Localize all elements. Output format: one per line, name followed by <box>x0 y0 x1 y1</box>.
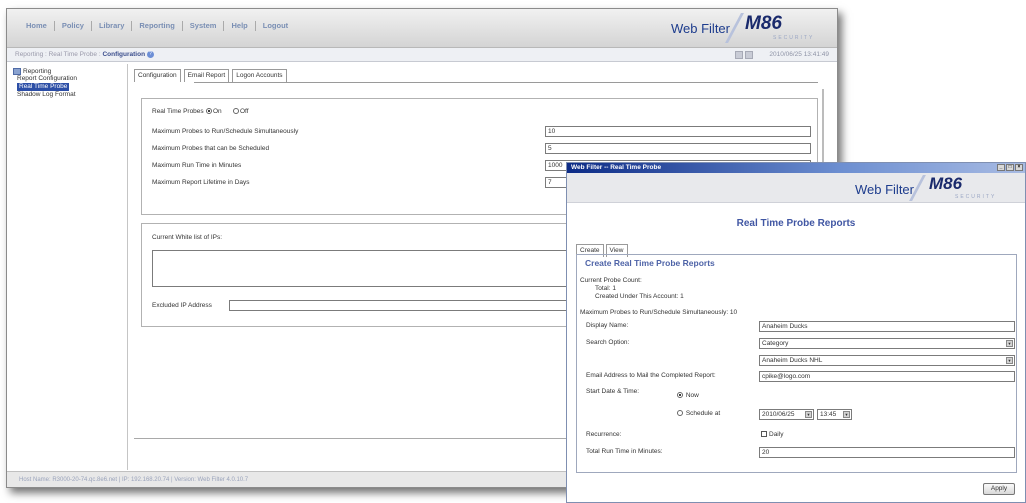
popup-product-name: Web Filter <box>855 182 914 197</box>
top-nav-menu: Home Policy Library Reporting System Hel… <box>19 21 295 31</box>
search-option-select[interactable]: Category ▼ <box>759 338 1015 349</box>
chevron-down-icon[interactable]: ▼ <box>805 411 812 418</box>
nav-library[interactable]: Library <box>92 21 133 31</box>
real-time-probe-popup: Web Filter -- Real Time Probe _ □ × Web … <box>566 162 1026 503</box>
email-input[interactable]: cpike@logo.com <box>759 371 1015 382</box>
checkbox-icon <box>761 431 767 438</box>
on-label: On <box>213 108 222 115</box>
schedule-label: Schedule at <box>685 410 721 417</box>
radio-schedule-icon <box>677 410 683 417</box>
sidebar: Reporting Report Configuration Real Time… <box>7 64 128 470</box>
nav-home[interactable]: Home <box>19 21 55 31</box>
logo-subtitle: SECURITY <box>773 35 815 41</box>
search-option-label: Search Option: <box>586 339 630 346</box>
folder-icon <box>13 68 21 75</box>
close-icon[interactable]: × <box>1015 164 1023 171</box>
excluded-ip-label: Excluded IP Address <box>152 302 212 309</box>
popup-heading: Real Time Probe Reports <box>736 218 856 229</box>
sidebar-item-shadow-log-format[interactable]: Shadow Log Format <box>17 91 121 99</box>
excluded-ip-input[interactable] <box>229 300 579 311</box>
popup-titlebar: Web Filter -- Real Time Probe _ □ × <box>567 163 1025 173</box>
start-date-time-label: Start Date & Time: <box>586 388 640 395</box>
total-run-time-label: Total Run Time in Minutes: <box>586 448 663 455</box>
popup-m86-logo: M86 <box>929 174 963 193</box>
sidebar-item-real-time-probe[interactable]: Real Time Probe <box>17 83 70 91</box>
schedule-time-select[interactable]: 13:45 ▼ <box>817 409 852 420</box>
probe-created-count: Created Under This Account: 1 <box>595 293 684 300</box>
m86-logo: M86 <box>745 13 782 34</box>
print-icon[interactable] <box>745 51 753 59</box>
nav-help[interactable]: Help <box>224 21 256 31</box>
probes-on-radio[interactable]: On <box>206 108 222 115</box>
display-name-input[interactable]: Anaheim Ducks <box>759 321 1015 332</box>
create-report-panel: Create Real Time Probe Reports Current P… <box>576 254 1017 473</box>
off-label: Off <box>240 108 249 115</box>
minimize-icon[interactable]: _ <box>997 164 1005 171</box>
timestamp: 2010/06/25 13:41:49 <box>769 51 829 58</box>
radio-off-icon <box>233 108 239 115</box>
apply-button[interactable]: Apply <box>983 483 1015 495</box>
top-navigation-bar: Home Policy Library Reporting System Hel… <box>7 9 837 48</box>
popup-logo-subtitle: SECURITY <box>955 194 997 200</box>
max-scheduled-label: Maximum Probes that can be Scheduled <box>152 145 270 152</box>
max-lifetime-label: Maximum Report Lifetime in Days <box>152 179 250 186</box>
max-probes-info: Maximum Probes to Run/Schedule Simultane… <box>580 309 738 316</box>
email-label: Email Address to Mail the Completed Repo… <box>586 372 716 379</box>
popup-header: Web Filter M86 SECURITY <box>567 173 1025 203</box>
max-scheduled-input[interactable]: 5 <box>545 143 811 154</box>
tree-root-reporting[interactable]: Reporting <box>13 68 121 75</box>
real-time-probes-label: Real Time Probes <box>152 108 204 115</box>
tab-logon-accounts[interactable]: Logon Accounts <box>232 69 287 82</box>
start-now-radio[interactable]: Now <box>677 392 699 399</box>
search-option-sub-value: Anaheim Ducks NHL <box>762 357 823 364</box>
search-option-sub-select[interactable]: Anaheim Ducks NHL ▼ <box>759 355 1015 366</box>
schedule-time-value: 13:45 <box>820 411 837 418</box>
popup-title: Web Filter -- Real Time Probe <box>571 164 662 171</box>
probe-count-label: Current Probe Count: <box>580 277 642 284</box>
schedule-date-value: 2010/06/25 <box>762 411 795 418</box>
tab-underline <box>194 82 818 83</box>
now-label: Now <box>685 392 699 399</box>
config-tabs: Configuration Email Report Logon Account… <box>134 69 827 82</box>
max-run-time-label: Maximum Run Time in Minutes <box>152 162 242 169</box>
daily-label: Daily <box>769 431 784 438</box>
nav-reporting[interactable]: Reporting <box>132 21 183 31</box>
breadcrumb-current: Configuration <box>102 51 146 58</box>
nav-logout[interactable]: Logout <box>256 21 295 31</box>
maximize-icon[interactable]: □ <box>1006 164 1014 171</box>
radio-on-icon <box>206 108 212 115</box>
chevron-down-icon[interactable]: ▼ <box>843 411 850 418</box>
tree-root-label: Reporting <box>23 68 52 75</box>
screen-icon[interactable] <box>735 51 743 59</box>
chevron-down-icon[interactable]: ▼ <box>1006 340 1013 347</box>
help-icon[interactable]: ? <box>146 50 154 58</box>
whitelist-title: Current White list of IPs: <box>152 234 223 241</box>
daily-checkbox[interactable]: Daily <box>761 431 783 438</box>
nav-policy[interactable]: Policy <box>55 21 92 31</box>
breadcrumb: Reporting : Real Time Probe : Configurat… <box>7 48 837 62</box>
schedule-date-select[interactable]: 2010/06/25 ▼ <box>759 409 814 420</box>
toolbar-icons <box>735 51 753 59</box>
product-name: Web Filter <box>671 21 730 36</box>
display-name-label: Display Name: <box>586 322 629 329</box>
chevron-down-icon[interactable]: ▼ <box>1006 357 1013 364</box>
max-simultaneous-label: Maximum Probes to Run/Schedule Simultane… <box>152 128 299 135</box>
start-schedule-radio[interactable]: Schedule at <box>677 410 720 417</box>
create-section-title: Create Real Time Probe Reports <box>585 258 715 268</box>
recurrence-label: Recurrence: <box>586 431 622 438</box>
probe-total: Total: 1 <box>595 285 616 292</box>
radio-now-icon <box>677 392 683 399</box>
whitelist-textarea[interactable] <box>152 250 577 287</box>
tab-configuration[interactable]: Configuration <box>134 69 181 82</box>
probes-off-radio[interactable]: Off <box>233 108 249 115</box>
sidebar-item-report-configuration[interactable]: Report Configuration <box>17 75 121 83</box>
total-run-time-input[interactable]: 20 <box>759 447 1015 458</box>
max-simultaneous-input[interactable]: 10 <box>545 126 811 137</box>
nav-system[interactable]: System <box>183 21 225 31</box>
tab-email-report[interactable]: Email Report <box>183 69 230 82</box>
window-controls: _ □ × <box>997 164 1023 171</box>
breadcrumb-path: Reporting : Real Time Probe : <box>15 51 103 58</box>
search-option-value: Category <box>762 340 789 347</box>
